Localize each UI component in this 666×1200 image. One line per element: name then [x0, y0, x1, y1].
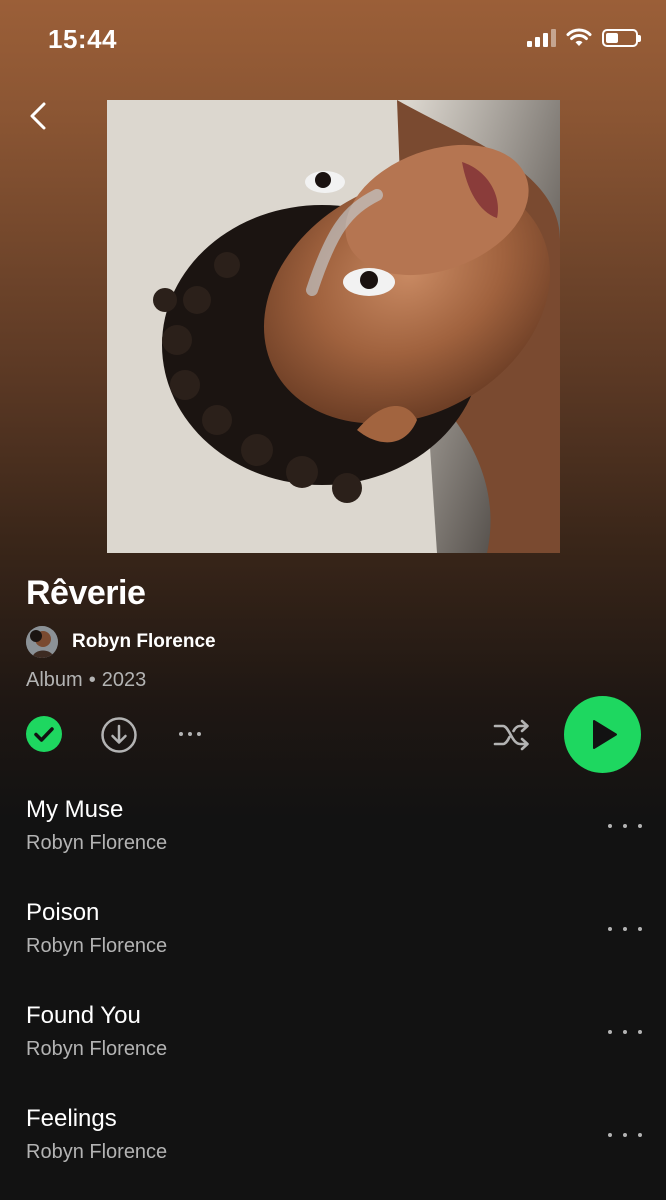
album-year: 2023 — [101, 669, 147, 691]
album-title: Rêverie — [26, 574, 146, 612]
artist-avatar — [26, 626, 58, 658]
track-row[interactable]: My Muse Robyn Florence — [0, 796, 666, 876]
cellular-signal-icon — [527, 29, 556, 47]
track-more-button[interactable] — [608, 1125, 642, 1145]
track-artist: Robyn Florence — [26, 935, 168, 957]
track-more-button[interactable] — [608, 816, 642, 836]
more-icon — [608, 1030, 612, 1034]
track-artist: Robyn Florence — [26, 1141, 168, 1163]
back-button[interactable] — [22, 96, 58, 136]
status-time: 15:44 — [48, 24, 117, 54]
more-icon — [179, 732, 183, 736]
more-icon — [608, 1133, 612, 1137]
track-title: Feelings — [26, 1105, 117, 1132]
shuffle-button[interactable] — [492, 716, 532, 754]
track-row[interactable]: Feelings Robyn Florence — [0, 1105, 666, 1185]
track-more-button[interactable] — [608, 919, 642, 939]
download-button[interactable] — [100, 716, 138, 754]
artist-name: Robyn Florence — [72, 631, 216, 652]
liked-button[interactable] — [26, 716, 62, 752]
back-icon — [30, 102, 46, 130]
status-icons — [527, 28, 641, 48]
meta-separator: • — [88, 669, 96, 691]
album-type: Album — [26, 669, 83, 691]
track-row[interactable]: Found You Robyn Florence — [0, 1002, 666, 1082]
artist-link[interactable]: Robyn Florence — [26, 626, 216, 658]
download-icon — [101, 717, 137, 753]
status-bar: 15:44 — [0, 0, 666, 80]
play-icon — [593, 720, 617, 749]
album-meta: Album • 2023 — [26, 669, 146, 692]
more-icon — [608, 927, 612, 931]
track-row[interactable]: Poison Robyn Florence — [0, 899, 666, 979]
track-more-button[interactable] — [608, 1022, 642, 1042]
play-button[interactable] — [564, 696, 641, 773]
more-icon — [608, 824, 612, 828]
check-icon — [34, 727, 54, 742]
more-options-button[interactable] — [170, 722, 210, 746]
wifi-icon — [566, 28, 592, 46]
track-title: Found You — [26, 1002, 141, 1029]
track-title: Poison — [26, 899, 100, 926]
shuffle-icon — [493, 719, 529, 751]
battery-icon — [602, 29, 641, 47]
track-artist: Robyn Florence — [26, 1038, 168, 1060]
track-artist: Robyn Florence — [26, 832, 168, 854]
track-title: My Muse — [26, 796, 124, 823]
album-cover — [107, 100, 560, 553]
